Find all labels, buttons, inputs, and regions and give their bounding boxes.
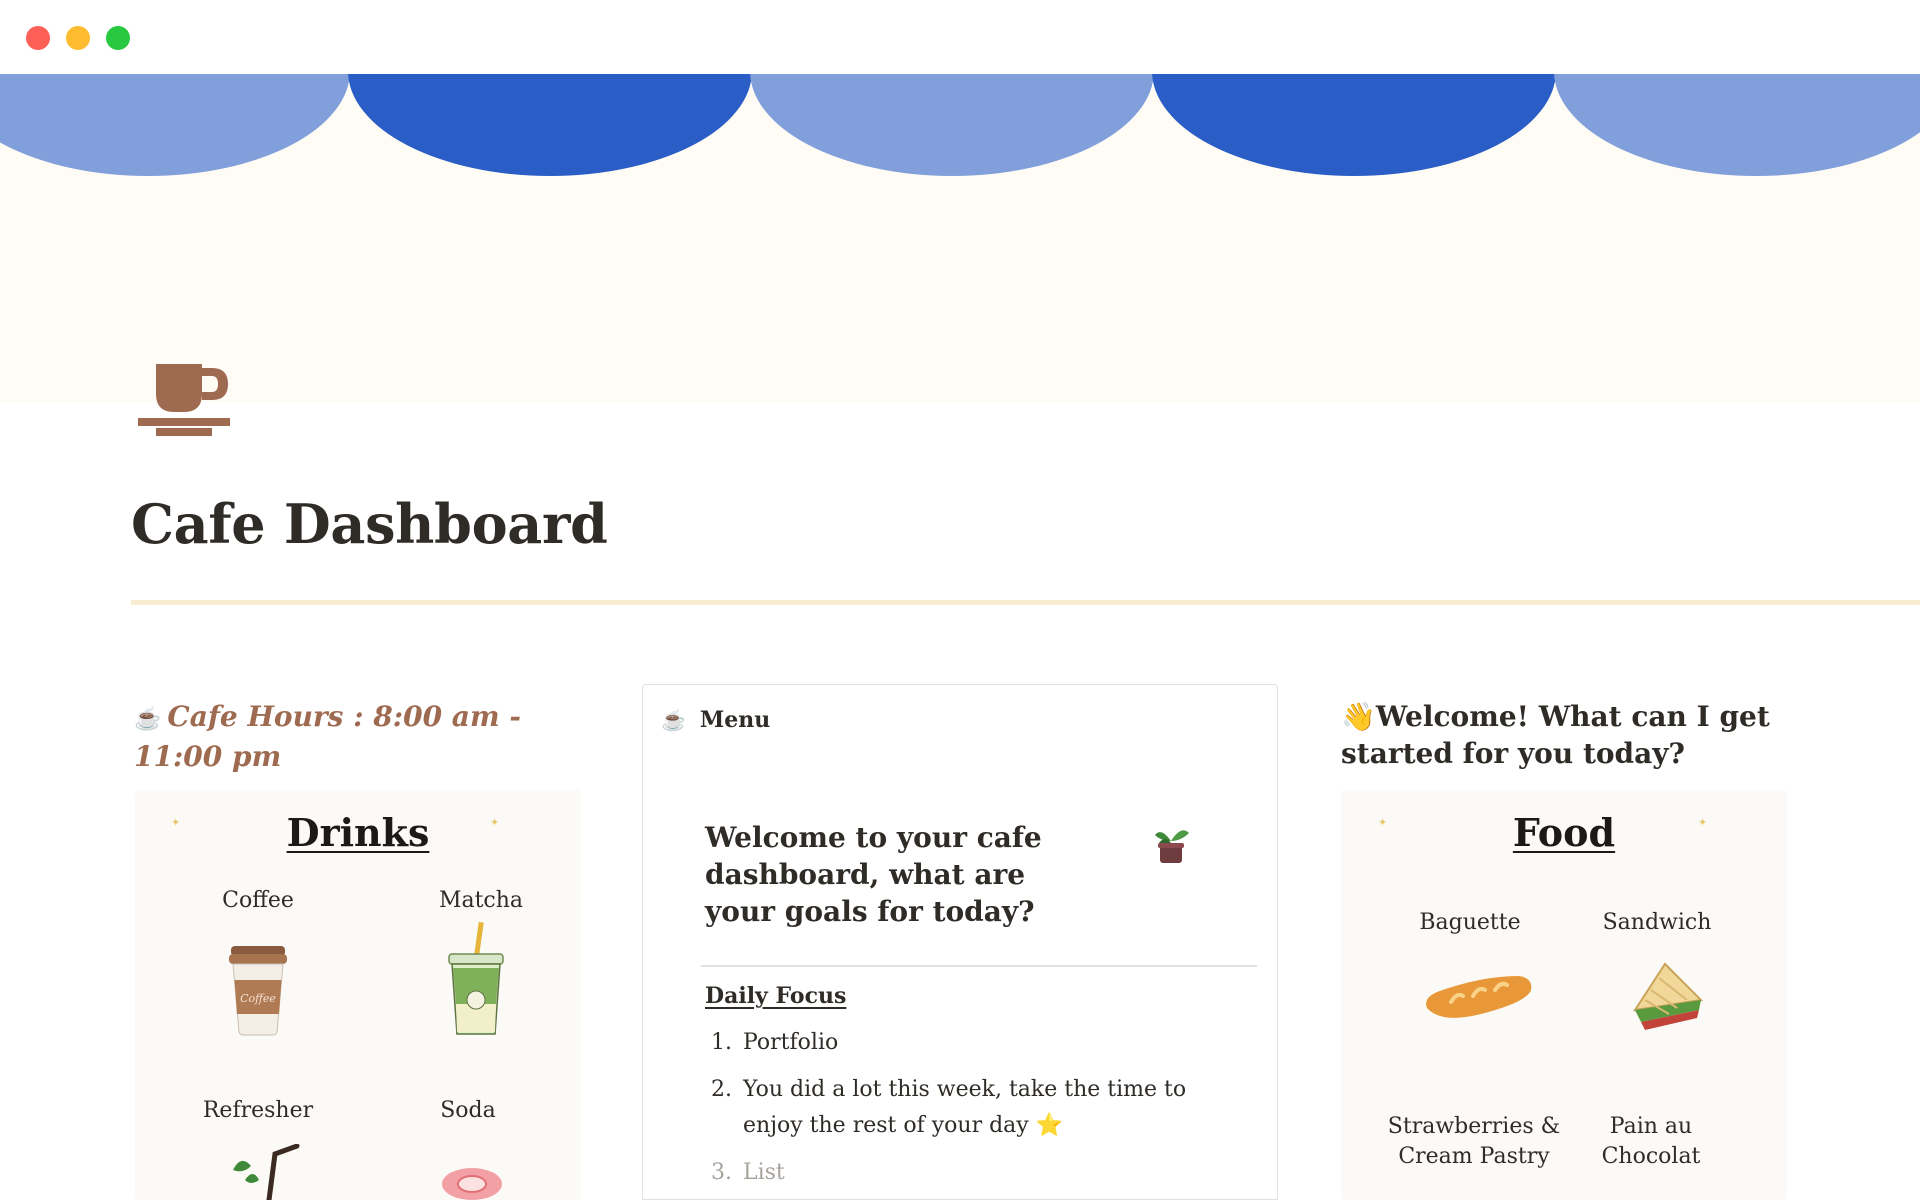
list-item[interactable]: 2. You did a lot this week, take the time…: [705, 1072, 1225, 1144]
coffee-emoji-icon: ☕: [134, 706, 162, 732]
cover-scallop: [1152, 74, 1556, 176]
coffee-emoji-icon: ☕: [661, 708, 686, 732]
daily-focus-heading: Daily Focus: [705, 983, 847, 1009]
daily-focus-list: 1. Portfolio 2. You did a lot this week, t…: [705, 1025, 1225, 1199]
drink-label-matcha[interactable]: Matcha: [391, 886, 571, 916]
food-board: ✦ ✦ Food Baguette Sandwich Strawberries …: [1341, 790, 1787, 1200]
waving-hand-icon: 👋: [1341, 700, 1376, 733]
svg-text:Coffee: Coffee: [240, 992, 276, 1005]
food-label-pastry[interactable]: Strawberries & Cream Pastry: [1384, 1112, 1564, 1172]
cafe-hours-text: Cafe Hours : 8:00 am - 11:00 pm: [134, 700, 521, 773]
food-label-sandwich[interactable]: Sandwich: [1567, 908, 1747, 938]
greeting-text: Welcome! What can I get started for you …: [1341, 700, 1770, 770]
list-item[interactable]: 1. Portfolio: [705, 1025, 1225, 1061]
drink-label-refresher[interactable]: Refresher: [168, 1096, 348, 1126]
sandwich-icon[interactable]: [1629, 960, 1707, 1032]
page-cover[interactable]: [0, 74, 1920, 402]
food-label-pain-au-chocolat[interactable]: Pain au Chocolat: [1581, 1112, 1721, 1172]
coffee-cup-icon[interactable]: [136, 360, 232, 438]
cover-scallop: [0, 74, 350, 176]
drink-label-soda[interactable]: Soda: [378, 1096, 558, 1126]
baguette-icon[interactable]: [1421, 972, 1535, 1024]
menu-card-title: Menu: [699, 707, 771, 733]
refresher-drink-icon[interactable]: [231, 1144, 311, 1200]
menu-card-header[interactable]: ☕ Menu: [661, 707, 770, 733]
food-label-baguette[interactable]: Baguette: [1380, 908, 1560, 938]
page-title[interactable]: Cafe Dashboard: [131, 492, 608, 556]
greeting-heading: 👋Welcome! What can I get started for you…: [1341, 698, 1771, 772]
menu-card: ☕ Menu Welcome to your cafe dashboard, wh…: [642, 684, 1278, 1200]
drinks-board: ✦ ✦ Drinks Coffee Coffee Matcha Refreshe…: [135, 790, 581, 1200]
cover-scallop: [750, 74, 1154, 176]
card-divider: [701, 965, 1257, 967]
coffee-cup-icon[interactable]: Coffee: [227, 944, 289, 1036]
minimize-window-button[interactable]: [66, 26, 90, 50]
drinks-title: Drinks: [286, 810, 430, 855]
title-divider: [131, 600, 1920, 605]
welcome-message: Welcome to your cafe dashboard, what are…: [705, 821, 1042, 928]
cover-scallop: [1554, 74, 1920, 176]
food-title: Food: [1512, 810, 1616, 855]
close-window-button[interactable]: [26, 26, 50, 50]
matcha-drink-icon[interactable]: [446, 920, 506, 1040]
list-item[interactable]: 3. List: [705, 1155, 1225, 1191]
drink-label-coffee[interactable]: Coffee: [168, 886, 348, 916]
soda-icon[interactable]: [440, 1160, 504, 1200]
maximize-window-button[interactable]: [106, 26, 130, 50]
cafe-hours-heading: ☕ Cafe Hours : 8:00 am - 11:00 pm: [134, 698, 564, 775]
window-titlebar: [0, 0, 1920, 74]
potted-plant-icon: [1155, 830, 1189, 863]
cover-scallop: [348, 74, 752, 176]
